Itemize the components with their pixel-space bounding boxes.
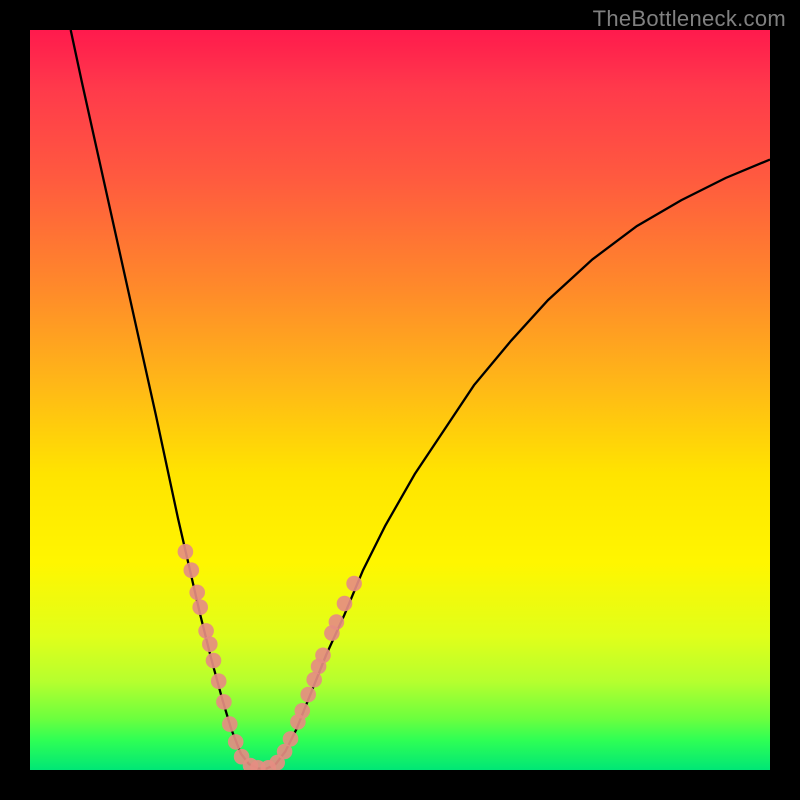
data-point [189, 585, 205, 601]
data-point [202, 636, 218, 652]
data-point [192, 599, 208, 615]
bottleneck-curve [71, 30, 770, 769]
data-point [269, 755, 285, 770]
data-point [178, 544, 194, 560]
watermark-text: TheBottleneck.com [593, 6, 786, 32]
data-point [211, 673, 227, 689]
data-point [329, 614, 345, 630]
data-point [290, 714, 306, 730]
data-point [337, 596, 353, 612]
data-point [243, 758, 259, 770]
data-point [311, 659, 327, 675]
plot-area [30, 30, 770, 770]
data-point [283, 731, 299, 747]
data-point [216, 694, 232, 710]
data-point [306, 672, 322, 688]
data-point [295, 703, 311, 719]
data-point [184, 562, 200, 578]
data-point [261, 760, 277, 770]
chart-canvas: TheBottleneck.com [0, 0, 800, 800]
data-point [250, 760, 266, 770]
data-point [206, 653, 222, 669]
data-point [324, 625, 340, 641]
chart-svg [30, 30, 770, 770]
data-point [346, 576, 362, 592]
data-point [228, 734, 244, 750]
data-point [277, 744, 293, 760]
data-point [234, 749, 250, 765]
data-point [300, 687, 316, 703]
data-point [198, 623, 214, 639]
data-points-group [178, 544, 362, 770]
data-point [315, 648, 331, 664]
data-point [222, 716, 238, 732]
